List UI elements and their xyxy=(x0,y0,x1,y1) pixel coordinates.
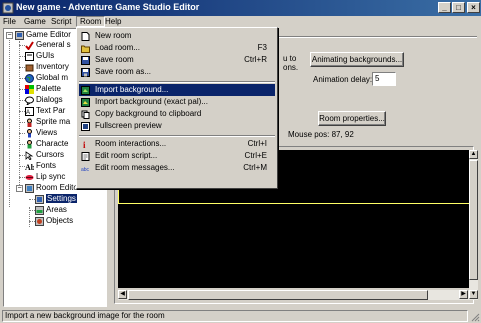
tree-item-palette[interactable]: Palette xyxy=(25,84,61,94)
tree-game-editor[interactable]: Game Editor xyxy=(15,30,71,40)
tree-item-global-messages[interactable]: Global m xyxy=(25,73,68,83)
scroll-left-button[interactable]: ◀ xyxy=(118,290,127,299)
menu-file[interactable]: File xyxy=(0,16,19,27)
scroll-right-button[interactable]: ▶ xyxy=(459,290,468,299)
partial-description-line-1: u to xyxy=(283,54,297,63)
menu-item-edit-room-script[interactable]: Edit room script... Ctrl+E xyxy=(79,150,275,162)
window-title: New game - Adventure Game Studio Editor xyxy=(16,2,200,12)
svg-text:A: A xyxy=(26,110,30,116)
status-bar: Import a new background image for the ro… xyxy=(0,309,481,323)
settings-icon xyxy=(35,194,44,204)
mouse-position-readout: Mouse pos: 87, 92 xyxy=(288,130,354,139)
objects-icon xyxy=(35,216,44,226)
text-parser-icon: A xyxy=(25,106,34,116)
messages-icon: abc xyxy=(81,167,90,173)
svg-text:Ab: Ab xyxy=(25,163,34,171)
vertical-scroll-thumb[interactable] xyxy=(469,160,478,280)
palette-icon xyxy=(25,84,34,94)
menu-item-room-interactions[interactable]: i Room interactions... Ctrl+I xyxy=(79,138,275,150)
globe-icon xyxy=(25,73,34,83)
svg-text:abc: abc xyxy=(81,167,90,173)
animation-delay-field[interactable]: 5 xyxy=(372,72,396,86)
tree-item-areas[interactable]: Areas xyxy=(35,205,67,215)
title-bar: New game - Adventure Game Studio Editor … xyxy=(0,0,481,16)
lip-sync-icon xyxy=(25,174,34,180)
tree-item-lip-sync[interactable]: Lip sync xyxy=(25,172,65,182)
import-background-icon xyxy=(81,86,90,95)
menu-item-load-room[interactable]: Load room... F3 xyxy=(79,42,275,54)
tree-item-views[interactable]: Views xyxy=(25,128,57,138)
import-exact-pal-icon xyxy=(81,98,90,107)
menu-item-save-room[interactable]: Save room Ctrl+R xyxy=(79,54,275,66)
areas-icon xyxy=(35,205,44,215)
collapse-room-editor[interactable]: − xyxy=(16,185,23,192)
menu-item-new-room[interactable]: New room xyxy=(79,30,275,42)
menu-item-fullscreen-preview[interactable]: Fullscreen preview xyxy=(79,120,275,132)
new-room-icon xyxy=(81,32,90,41)
menu-item-edit-room-messages[interactable]: abc Edit room messages... Ctrl+M xyxy=(79,162,275,174)
menu-script[interactable]: Script xyxy=(48,16,74,27)
tree-item-cursors[interactable]: Cursors xyxy=(25,150,64,160)
horizontal-scrollbar[interactable]: ◀ ▶ xyxy=(118,290,469,300)
room-edge-line xyxy=(118,203,470,204)
fullscreen-icon xyxy=(81,122,90,131)
room-properties-button[interactable]: Room properties... xyxy=(318,111,386,126)
collapse-game-editor[interactable]: − xyxy=(6,32,13,39)
scroll-down-button[interactable]: ▼ xyxy=(469,290,478,299)
checkmark-icon xyxy=(25,40,34,50)
copy-clipboard-icon xyxy=(81,110,90,119)
inventory-icon xyxy=(25,64,34,71)
tree-item-settings[interactable]: Settings xyxy=(35,194,77,204)
character-icon xyxy=(27,139,32,148)
interactions-icon: i xyxy=(83,140,86,149)
tree-item-objects[interactable]: Objects xyxy=(35,216,73,226)
menu-separator xyxy=(79,135,275,137)
svg-text:i: i xyxy=(83,140,86,149)
tree-item-fonts[interactable]: AbFonts xyxy=(25,161,56,171)
tree-item-text-parser[interactable]: A Text Par xyxy=(25,106,65,116)
menu-room[interactable]: Room xyxy=(76,16,106,27)
tree-item-general-settings[interactable]: General s xyxy=(25,40,71,50)
game-editor-icon xyxy=(15,30,24,40)
room-menu-dropdown: New room Load room... F3 Save room Ctrl+… xyxy=(76,27,278,189)
dialog-icon xyxy=(25,96,34,105)
app-icon xyxy=(2,2,14,14)
animating-backgrounds-button[interactable]: Animating backgrounds... xyxy=(310,52,404,67)
gui-icon xyxy=(25,51,34,61)
fonts-icon: Ab xyxy=(25,163,34,171)
tree-item-inventory[interactable]: Inventory xyxy=(25,62,69,72)
maximize-button[interactable]: □ xyxy=(452,2,465,13)
menu-item-import-background[interactable]: Import background... xyxy=(79,84,275,96)
horizontal-scroll-thumb[interactable] xyxy=(128,290,428,300)
menu-help[interactable]: Help xyxy=(102,16,124,27)
animation-delay-label: Animation delay: xyxy=(313,75,373,84)
tree-item-dialogs[interactable]: Dialogs xyxy=(25,95,63,105)
scroll-up-button[interactable]: ▲ xyxy=(469,150,478,159)
views-icon xyxy=(27,128,32,137)
tree-item-guis[interactable]: GUIs xyxy=(25,51,54,61)
sprite-icon xyxy=(27,118,32,127)
resize-grip-icon[interactable] xyxy=(470,312,480,322)
partial-description-line-2: ons. xyxy=(283,63,299,72)
save-as-icon xyxy=(81,68,90,77)
load-room-icon xyxy=(81,45,90,53)
close-button[interactable]: × xyxy=(467,2,480,13)
menu-item-copy-background[interactable]: Copy background to clipboard xyxy=(79,108,275,120)
tree-room-editor[interactable]: Room Editor xyxy=(25,183,80,193)
vertical-scrollbar[interactable]: ▲ ▼ xyxy=(469,150,478,300)
cursor-icon xyxy=(25,150,34,160)
menu-item-save-room-as[interactable]: Save room as... xyxy=(79,66,275,78)
menu-item-import-background-exact-pal[interactable]: Import background (exact pal)... xyxy=(79,96,275,108)
status-text: Import a new background image for the ro… xyxy=(2,310,468,322)
save-room-icon xyxy=(81,56,90,65)
tree-item-characters[interactable]: Characte xyxy=(25,139,68,149)
menu-game[interactable]: Game xyxy=(21,16,49,27)
menu-separator xyxy=(79,81,275,83)
tree-item-sprite-manager[interactable]: Sprite ma xyxy=(25,117,70,127)
minimize-button[interactable]: _ xyxy=(438,2,451,13)
edit-script-icon xyxy=(81,152,90,161)
room-editor-icon xyxy=(25,183,34,193)
menu-bar: File Game Script Room Help xyxy=(0,16,481,27)
